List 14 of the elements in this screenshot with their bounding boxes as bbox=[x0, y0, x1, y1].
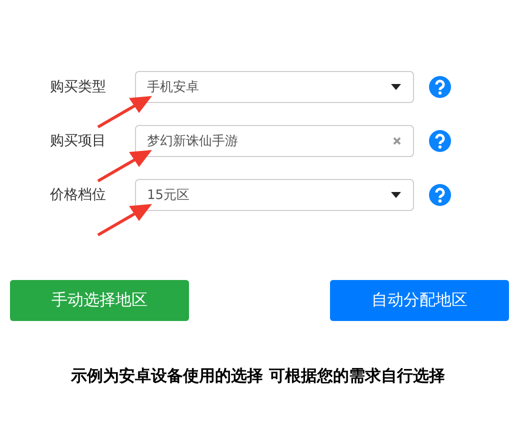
field-label: 价格档位 bbox=[50, 186, 107, 204]
caret-icon bbox=[391, 192, 401, 198]
hint-text: 示例为安卓设备使用的选择 可根据您的需求自行选择 bbox=[70, 366, 446, 387]
field-label: 购买项目 bbox=[50, 132, 107, 150]
dropdown[interactable]: 手机安卓 bbox=[135, 71, 414, 103]
action-button[interactable]: 自动分配地区 bbox=[330, 280, 509, 321]
field-label: 购买类型 bbox=[50, 78, 107, 96]
help-icon[interactable] bbox=[429, 184, 451, 206]
dropdown[interactable]: 15元区 bbox=[135, 179, 414, 211]
help-icon[interactable] bbox=[429, 130, 451, 152]
clear-icon[interactable] bbox=[393, 137, 401, 145]
help-icon[interactable] bbox=[429, 76, 451, 98]
input-field[interactable]: 梦幻新诛仙手游 bbox=[135, 125, 414, 157]
caret-icon bbox=[391, 84, 401, 90]
